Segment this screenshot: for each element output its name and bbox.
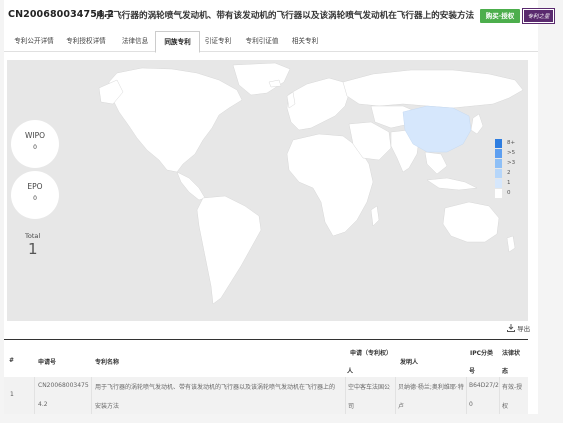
window-edge-bottom bbox=[0, 414, 563, 423]
legend-swatch bbox=[495, 179, 502, 188]
patent-header: CN200680034754.2 用于飞行器的涡轮喷气发动机、带有该发动机的飞行… bbox=[4, 0, 555, 30]
window-edge-left bbox=[0, 0, 4, 423]
column-divider bbox=[395, 377, 396, 414]
map-southeast-asia bbox=[424, 151, 448, 175]
legend-item: 8+ bbox=[495, 139, 525, 149]
legend-label: 2 bbox=[507, 170, 511, 176]
legend-item: >3 bbox=[495, 159, 525, 169]
download-icon bbox=[507, 324, 515, 332]
column-divider bbox=[499, 377, 500, 414]
map-new-zealand bbox=[506, 235, 516, 253]
cell-inventor-cont: 卢 bbox=[398, 403, 405, 410]
col-header-ipc: IPC分类 bbox=[470, 350, 494, 357]
map-russia bbox=[342, 69, 524, 109]
column-divider bbox=[91, 377, 92, 414]
tab-legal-info[interactable]: 法律信息 bbox=[118, 31, 152, 52]
cell-inventor: 贝纳德·杨兰;奥利维耶·特 bbox=[398, 384, 464, 391]
epo-count-badge: EPO 0 bbox=[11, 171, 59, 219]
map-australia bbox=[442, 201, 500, 243]
col-header-applicant: 申请（专利权） bbox=[350, 350, 393, 357]
map-europe bbox=[286, 77, 350, 131]
legend-item: 0 bbox=[495, 189, 525, 199]
legend-label: 0 bbox=[507, 190, 511, 196]
col-header-name: 专利名称 bbox=[95, 359, 120, 366]
legend-item: 1 bbox=[495, 179, 525, 189]
tab-citation-value[interactable]: 专利引证值 bbox=[242, 31, 282, 52]
legend-label: >3 bbox=[507, 160, 516, 166]
patent-star-logo[interactable]: 专利之星 bbox=[522, 8, 555, 24]
cell-legal-status: 有效-授 bbox=[502, 384, 523, 391]
col-header-legal-status-cont: 态 bbox=[502, 368, 509, 375]
column-divider bbox=[466, 377, 467, 414]
map-south-america bbox=[196, 195, 262, 305]
purchase-auth-button[interactable]: 购买·授权 bbox=[480, 9, 520, 23]
map-north-america bbox=[108, 67, 243, 173]
legend-label: 8+ bbox=[507, 140, 516, 146]
export-button[interactable]: 导出 bbox=[507, 323, 530, 333]
legend-item: >5 bbox=[495, 149, 525, 159]
cell-num: 1 bbox=[10, 391, 14, 398]
legend-item: 2 bbox=[495, 169, 525, 179]
page-frame: CN20068003475 4.2 用于飞行器的涡轮喷气发动机、带有该发动机的飞行… bbox=[0, 0, 563, 423]
legend-swatch bbox=[495, 139, 502, 148]
col-header-num: # bbox=[9, 357, 15, 364]
cell-legal-status-cont: 权 bbox=[502, 403, 509, 410]
cell-ipc-cont: 0 bbox=[469, 401, 473, 408]
col-header-app-no: 申请号 bbox=[38, 359, 57, 366]
legend-label: >5 bbox=[507, 150, 516, 156]
col-header-inventor: 发明人 bbox=[400, 359, 419, 366]
tab-patent-family[interactable]: 同族专利 bbox=[155, 31, 200, 53]
legend-swatch bbox=[495, 149, 502, 158]
legend-label: 1 bbox=[507, 180, 511, 186]
world-map[interactable] bbox=[7, 60, 528, 321]
detail-tabs: 专利公开详情 专利授权详情 法律信息 同族专利 引证专利 专利引证值 相关专利 bbox=[4, 31, 538, 53]
epo-label: EPO bbox=[27, 182, 43, 191]
map-indonesia bbox=[426, 177, 478, 191]
col-header-applicant-cont: 人 bbox=[347, 368, 354, 375]
cell-ipc: B64D27/2 bbox=[469, 382, 499, 389]
tab-related-patents[interactable]: 相关专利 bbox=[288, 31, 322, 52]
cell-applicant: 空中客车法国公 bbox=[348, 384, 391, 391]
col-header-legal-status: 法律状 bbox=[502, 350, 521, 357]
wipo-count-badge: WIPO 0 bbox=[11, 120, 59, 168]
map-greenland bbox=[232, 62, 291, 96]
col-header-ipc-cont: 号 bbox=[469, 368, 476, 375]
tab-cited-patents[interactable]: 引证专利 bbox=[201, 31, 235, 52]
export-label: 导出 bbox=[517, 325, 531, 333]
map-madagascar bbox=[370, 205, 380, 227]
tab-publication-details[interactable]: 专利公开详情 bbox=[12, 31, 56, 52]
legend-swatch bbox=[495, 159, 502, 168]
total-value: 1 bbox=[28, 240, 38, 258]
map-central-america bbox=[176, 171, 206, 201]
map-legend: 8+ >5 >3 2 1 0 bbox=[495, 139, 525, 199]
cell-applicant-cont: 司 bbox=[348, 403, 355, 410]
cell-patent-name[interactable]: 用于飞行器的涡轮喷气发动机、带有该发动机的飞行器以及该涡轮喷气发动机在飞行器上的 bbox=[95, 382, 335, 391]
column-divider bbox=[345, 377, 346, 414]
legend-swatch bbox=[495, 169, 502, 178]
column-divider bbox=[34, 377, 35, 414]
legend-swatch bbox=[495, 189, 502, 198]
total-label: Total bbox=[25, 232, 41, 240]
map-japan bbox=[470, 113, 484, 135]
wipo-label: WIPO bbox=[24, 131, 46, 140]
cell-app-no-link[interactable]: CN20068003475 bbox=[38, 382, 89, 389]
window-edge-right bbox=[538, 0, 563, 423]
table-top-border bbox=[4, 339, 528, 340]
wipo-value: 0 bbox=[33, 144, 37, 151]
tab-grant-details[interactable]: 专利授权详情 bbox=[64, 31, 108, 52]
patent-title: 用于飞行器的涡轮喷气发动机、带有该发动机的飞行器以及该涡轮喷气发动机在飞行器上的… bbox=[96, 11, 475, 21]
cell-app-no-link-cont[interactable]: 4.2 bbox=[38, 401, 48, 408]
family-map-panel: WIPO 0 EPO 0 Total 1 8+ >5 >3 2 1 0 bbox=[7, 60, 528, 321]
epo-value: 0 bbox=[33, 195, 37, 202]
cell-patent-name-cont[interactable]: 安装方法 bbox=[95, 401, 119, 410]
